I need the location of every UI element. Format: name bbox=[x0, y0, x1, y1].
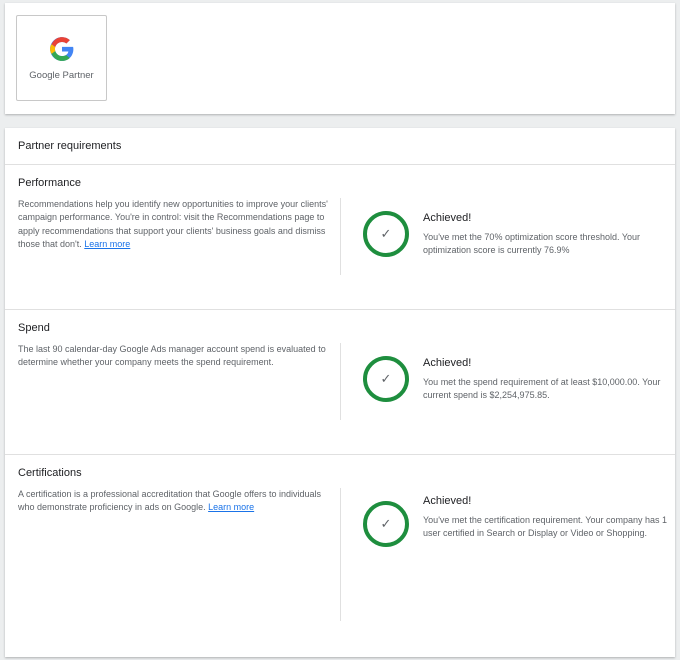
check-circle-icon: ✓ bbox=[363, 501, 409, 547]
section-title: Spend bbox=[18, 322, 50, 334]
status-detail: You've met the certification requirement… bbox=[423, 515, 668, 539]
section-description: A certification is a professional accred… bbox=[18, 488, 328, 515]
partner-badge-card: Google Partner bbox=[5, 3, 675, 114]
section-description: The last 90 calendar-day Google Ads mana… bbox=[18, 344, 326, 368]
google-partner-logo: Google Partner bbox=[16, 15, 107, 101]
google-g-icon bbox=[49, 37, 73, 61]
status-detail: You've met the 70% optimization score th… bbox=[423, 232, 641, 256]
requirement-spend: Spend The last 90 calendar-day Google Ad… bbox=[5, 310, 675, 455]
divider bbox=[340, 343, 341, 420]
status-title: Achieved! bbox=[423, 495, 472, 507]
check-circle-icon: ✓ bbox=[363, 211, 409, 257]
section-title: Performance bbox=[18, 177, 81, 189]
divider bbox=[340, 488, 341, 621]
requirement-performance: Performance Recommendations help you ide… bbox=[5, 165, 675, 310]
description-text: Recommendations help you identify new op… bbox=[18, 199, 328, 249]
logo-text: Google Partner bbox=[29, 70, 94, 81]
section-title: Certifications bbox=[18, 467, 82, 479]
status-title: Achieved! bbox=[423, 357, 472, 369]
card-title: Partner requirements bbox=[5, 128, 675, 165]
learn-more-link[interactable]: Learn more bbox=[84, 239, 130, 249]
check-circle-icon: ✓ bbox=[363, 356, 409, 402]
learn-more-link[interactable]: Learn more bbox=[208, 502, 254, 512]
section-description: Recommendations help you identify new op… bbox=[18, 198, 328, 251]
partner-requirements-card: Partner requirements Performance Recomme… bbox=[5, 128, 675, 657]
requirement-certifications: Certifications A certification is a prof… bbox=[5, 455, 675, 655]
status-title: Achieved! bbox=[423, 212, 472, 224]
divider bbox=[340, 198, 341, 275]
description-text: A certification is a professional accred… bbox=[18, 489, 322, 513]
status-detail: You met the spend requirement of at leas… bbox=[423, 377, 661, 401]
